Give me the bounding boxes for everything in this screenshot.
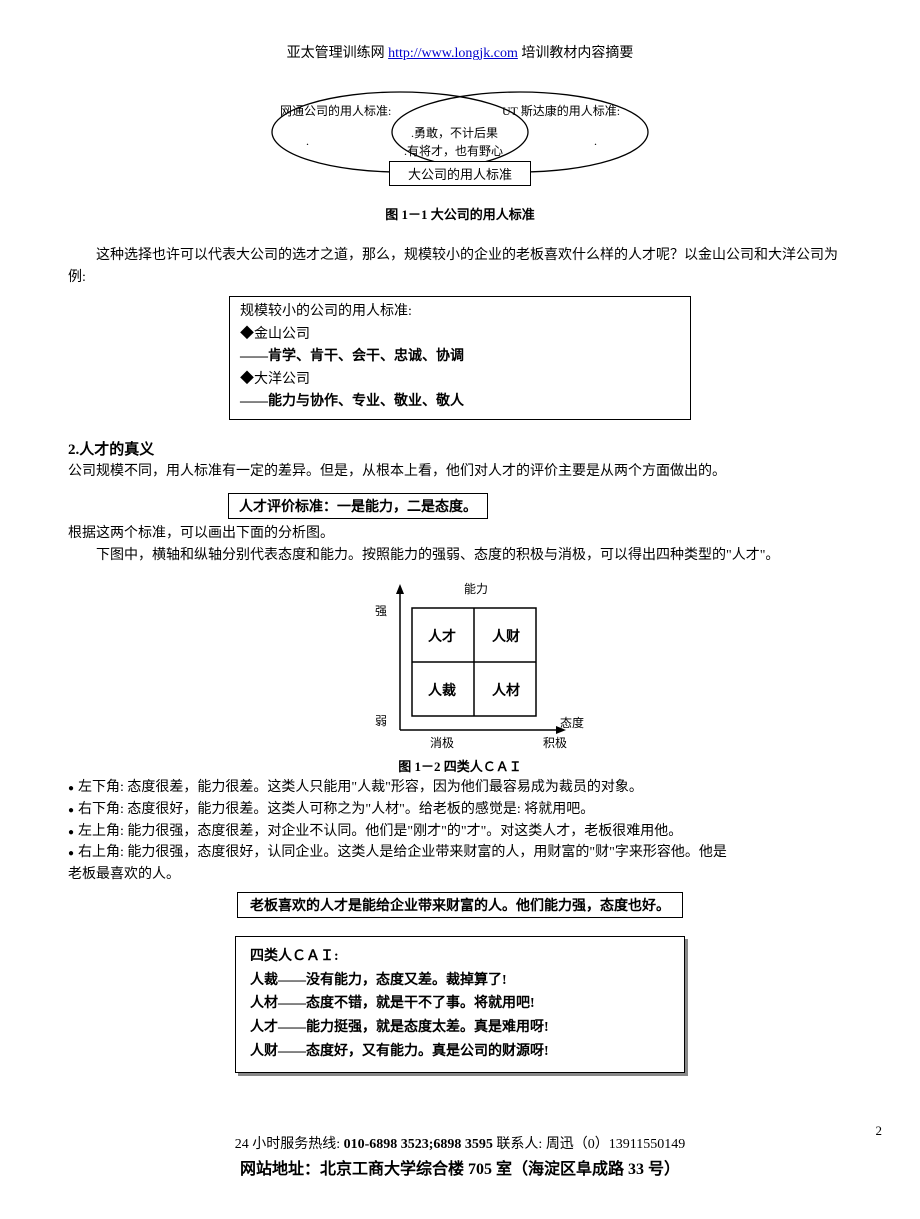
quadrant-svg [330,580,590,750]
small-box-l1: ◆金山公司 [240,324,680,346]
shadow-l1: 人裁——没有能力，态度又差。裁掉算了! [250,969,670,993]
criteria-box: 人才评价标准：一是能力，二是态度。 [228,493,488,519]
bullet-4b: 老板最喜欢的人。 [68,864,852,886]
bullet-1: 左下角: 态度很差，能力很差。这类人只能用"人裁"形容，因为他们最容易成为裁员的… [68,777,852,799]
phone-numbers: 010-6898 3523;6898 3595 [344,1137,493,1152]
paragraph-3: 根据这两个标准，可以画出下面的分析图。 [68,523,852,545]
shadow-l3: 人才——能力挺强，就是态度太差。真是难用呀! [250,1016,670,1040]
highlight-box: 老板喜欢的人才是能给企业带来财富的人。他们能力强，态度也好。 [237,892,683,918]
header-prefix: 亚太管理训练网 [287,46,385,61]
venn-mid-line2: .有将才，也有野心 [404,142,503,159]
contact-person: 周迅（0）13911550149 [546,1137,685,1152]
quadrant-q3: 人裁 [428,680,456,700]
paragraph-1: 这种选择也许可以代表大公司的选才之道，那么，规模较小的企业的老板喜欢什么样的人才… [68,245,852,288]
section2-heading: 2.人才的真义 [68,438,852,459]
venn-mid-line1: .勇敢，不计后果 [411,124,498,141]
bullet-list: 左下角: 态度很差，能力很差。这类人只能用"人裁"形容，因为他们最容易成为裁员的… [68,777,852,885]
x-right-label: 积极 [543,734,567,751]
header-suffix: 培训教材内容摘要 [521,46,633,61]
address-line: 网站地址：北京工商大学综合楼 705 室（海淀区阜成路 33 号） [68,1155,852,1179]
page-header: 亚太管理训练网 http://www.longjk.com 培训教材内容摘要 [68,42,852,62]
y-high-label: 强 [375,602,387,619]
figure2-caption: 图 1－2 四类人ＣＡＩ [68,756,852,775]
small-box-l2: ——肯学、肯干、会干、忠诚、协调 [240,346,680,368]
venn-left-title: 网通公司的用人标准: [280,102,391,119]
quadrant-q1: 人才 [428,626,456,646]
venn-right-title: UT 斯达康的用人标准: [502,102,620,119]
contact-label: 联系人: [496,1137,542,1152]
figure1-caption: 图 1－1 大公司的用人标准 [68,204,852,223]
quadrant-chart: 能力 强 弱 消极 积极 态度 人才 人财 人裁 人材 [280,580,640,750]
venn-box-label: 大公司的用人标准 [389,161,531,186]
y-axis-label: 能力 [464,580,488,597]
venn-diagram: 网通公司的用人标准: UT 斯达康的用人标准: .勇敢，不计后果 .有将才，也有… [250,88,670,198]
quadrant-q2: 人财 [492,626,520,646]
small-box-l4: ——能力与协作、专业、敬业、敬人 [240,391,680,413]
shadow-l4: 人财——态度好，又有能力。真是公司的财源呀! [250,1040,670,1064]
paragraph-4: 下图中，横轴和纵轴分别代表态度和能力。按照能力的强弱、态度的积极与消极，可以得出… [68,545,852,567]
x-axis-label: 态度 [560,714,584,731]
four-cai-box: 四类人ＣＡＩ: 人裁——没有能力，态度又差。裁掉算了! 人材——态度不错，就是干… [235,936,685,1073]
bullet-3: 左上角: 能力很强，态度很差，对企业不认同。他们是"刚才"的"才"。对这类人才，… [68,821,852,843]
small-box-l3: ◆大洋公司 [240,369,680,391]
page-footer: 24 小时服务热线: 010-6898 3523;6898 3595 联系人: … [68,1133,852,1179]
quadrant-q4: 人材 [492,680,520,700]
y-low-label: 弱 [375,712,387,729]
page: 亚太管理训练网 http://www.longjk.com 培训教材内容摘要 网… [0,0,920,1219]
header-link[interactable]: http://www.longjk.com [388,46,518,61]
paragraph-2: 公司规模不同，用人标准有一定的差异。但是，从根本上看，他们对人才的评价主要是从两… [68,461,852,483]
bullet-2: 右下角: 态度很好，能力很差。这类人可称之为"人材"。给老板的感觉是: 将就用吧… [68,799,852,821]
dot-icon: . [306,134,309,149]
hotline-label: 24 小时服务热线: [235,1137,340,1152]
shadow-l2: 人材——态度不错，就是干不了事。将就用吧! [250,992,670,1016]
small-company-standards-box: 规模较小的公司的用人标准: ◆金山公司 ——肯学、肯干、会干、忠诚、协调 ◆大洋… [229,296,691,420]
x-left-label: 消极 [430,734,454,751]
page-number: 2 [876,1123,883,1139]
dot-icon: . [594,134,597,149]
hotline-line: 24 小时服务热线: 010-6898 3523;6898 3595 联系人: … [68,1133,852,1153]
small-box-title: 规模较小的公司的用人标准: [240,301,680,323]
bullet-4a: 右上角: 能力很强，态度很好，认同企业。这类人是给企业带来财富的人，用财富的"财… [68,842,852,864]
shadow-title: 四类人ＣＡＩ: [250,945,670,969]
